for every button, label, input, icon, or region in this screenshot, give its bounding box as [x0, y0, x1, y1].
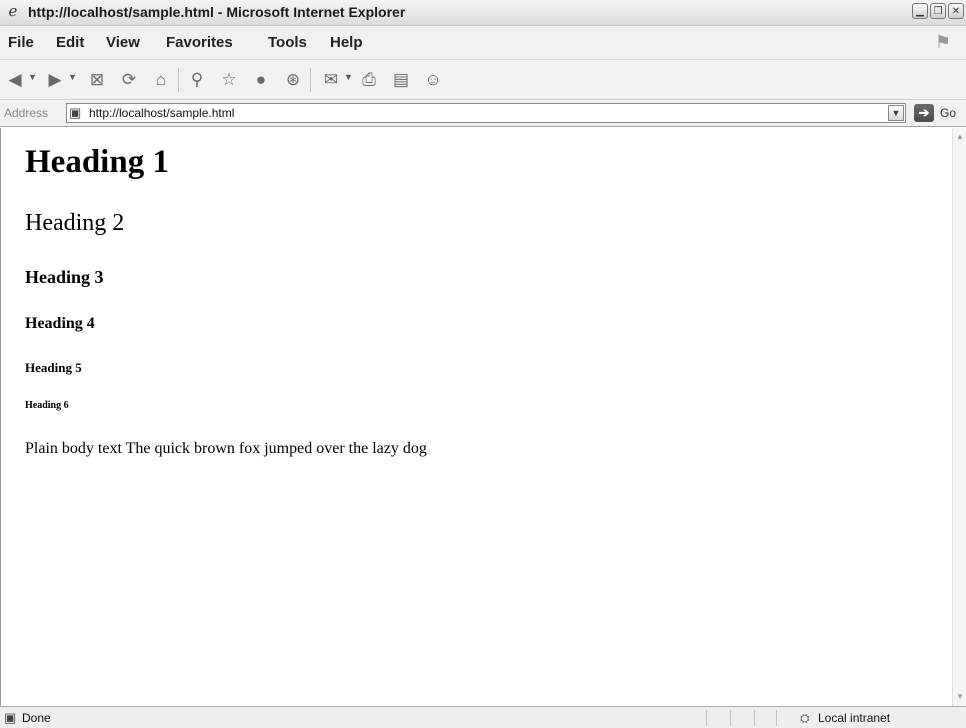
close-button[interactable]: ✕	[948, 3, 964, 19]
page-content: Heading 1 Heading 2 Heading 3 Heading 4 …	[0, 128, 952, 706]
status-divider	[754, 710, 755, 726]
scroll-down-icon[interactable]: ▼	[954, 690, 966, 704]
security-zone-label: Local intranet	[818, 711, 891, 725]
heading-5: Heading 5	[25, 360, 82, 375]
vertical-scrollbar[interactable]: ▲ ▼	[952, 128, 966, 706]
address-dropdown-icon[interactable]: ▼	[888, 105, 904, 121]
title-bar: ℯ http://localhost/sample.html - Microso…	[0, 0, 966, 26]
address-input[interactable]: ▣ http://localhost/sample.html ▼	[66, 103, 906, 123]
menu-file[interactable]: File	[8, 34, 34, 51]
address-bar: Address ▣ http://localhost/sample.html ▼…	[0, 100, 966, 127]
search-icon[interactable]: ⚲	[186, 69, 208, 91]
toolbar-separator	[310, 68, 311, 92]
restore-button[interactable]: ❐	[930, 3, 946, 19]
menu-view[interactable]: View	[106, 34, 140, 51]
menu-help[interactable]: Help	[330, 34, 363, 51]
messenger-icon[interactable]: ☺	[422, 69, 444, 91]
edit-icon[interactable]: ▤	[390, 69, 412, 91]
address-label: Address	[4, 106, 49, 120]
mail-dropdown-icon[interactable]: ▼	[344, 72, 353, 82]
status-divider	[706, 710, 707, 726]
address-url[interactable]: http://localhost/sample.html	[89, 106, 234, 120]
body-text: Plain body text The quick brown fox jump…	[25, 440, 427, 457]
history-icon[interactable]: ⊛	[282, 69, 304, 91]
menu-bar: File Edit View Favorites Tools Help ⚑	[0, 26, 966, 60]
minimize-button[interactable]: ▁	[912, 3, 928, 19]
status-bar: ▣ Done ⛭ Local intranet	[0, 706, 966, 728]
status-divider	[776, 710, 777, 726]
status-divider	[730, 710, 731, 726]
menu-tools[interactable]: Tools	[268, 34, 307, 51]
intranet-zone-icon: ⛭	[800, 711, 810, 725]
refresh-icon[interactable]: ⟳	[118, 69, 140, 91]
standard-toolbar: ◀ ▼ ▶ ▼ ⊠ ⟳ ⌂ ⚲ ☆ ● ⊛ ✉ ▼ ⎙ ▤ ☺	[0, 60, 966, 100]
mail-icon[interactable]: ✉	[320, 69, 342, 91]
heading-4: Heading 4	[25, 315, 95, 332]
print-icon[interactable]: ⎙	[358, 69, 380, 91]
page-icon: ▣	[69, 105, 82, 120]
toolbar-separator	[178, 68, 179, 92]
menu-edit[interactable]: Edit	[56, 34, 84, 51]
heading-1: Heading 1	[25, 144, 169, 180]
forward-icon[interactable]: ▶	[44, 69, 66, 91]
favorites-icon[interactable]: ☆	[218, 69, 240, 91]
stop-icon[interactable]: ⊠	[86, 69, 108, 91]
menu-favorites[interactable]: Favorites	[166, 34, 233, 51]
back-dropdown-icon[interactable]: ▼	[28, 72, 37, 82]
go-arrow-icon[interactable]: ➔	[914, 104, 934, 122]
window-controls: ▁ ❐ ✕	[912, 3, 964, 19]
media-icon[interactable]: ●	[250, 69, 272, 91]
home-icon[interactable]: ⌂	[150, 69, 172, 91]
page-done-icon: ▣	[4, 710, 17, 725]
heading-6: Heading 6	[25, 400, 69, 411]
forward-dropdown-icon[interactable]: ▼	[68, 72, 77, 82]
heading-2: Heading 2	[25, 210, 125, 236]
window-title: http://localhost/sample.html - Microsoft…	[28, 4, 406, 20]
scroll-up-icon[interactable]: ▲	[954, 130, 966, 144]
go-button[interactable]: Go	[940, 106, 956, 120]
status-text: Done	[22, 711, 51, 725]
heading-3: Heading 3	[25, 267, 104, 287]
ie-logo-icon: ℯ	[8, 3, 18, 20]
back-icon[interactable]: ◀	[4, 69, 26, 91]
windows-flag-icon: ⚑	[934, 32, 952, 52]
